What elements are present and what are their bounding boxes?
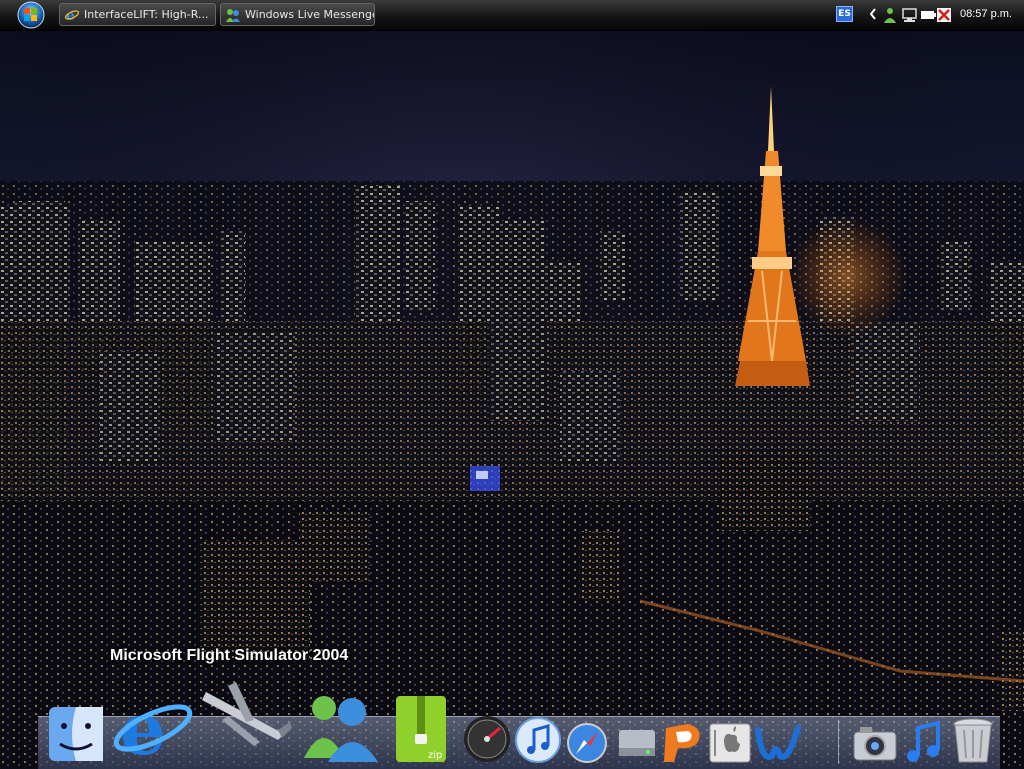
task-button-label: Windows Live Messenger bbox=[245, 8, 375, 21]
antivirus-icon[interactable] bbox=[936, 7, 953, 23]
internet-explorer-icon[interactable]: e bbox=[110, 688, 196, 766]
language-indicator[interactable]: ES bbox=[836, 6, 853, 22]
battery-icon[interactable] bbox=[920, 7, 936, 23]
task-button-label: InterfaceLIFT: High-R... bbox=[84, 8, 209, 21]
chevron-left-icon[interactable] bbox=[868, 7, 878, 21]
task-button-messenger[interactable]: Windows Live Messenger bbox=[220, 3, 375, 26]
word-icon[interactable] bbox=[754, 722, 804, 764]
network-icon[interactable] bbox=[901, 7, 918, 23]
finder-icon[interactable] bbox=[46, 704, 106, 764]
dock-separator bbox=[838, 720, 839, 764]
powerpoint-icon[interactable] bbox=[660, 720, 706, 764]
dashboard-icon[interactable] bbox=[462, 714, 512, 764]
clock[interactable]: 08:57 p.m. bbox=[960, 8, 1012, 20]
itunes-icon[interactable] bbox=[514, 716, 562, 764]
svg-text:e: e bbox=[66, 8, 75, 23]
dock-hover-label: Microsoft Flight Simulator 2004 bbox=[110, 647, 349, 664]
system-preferences-icon[interactable] bbox=[708, 722, 752, 764]
messenger-status-icon[interactable] bbox=[882, 7, 898, 23]
iphoto-camera-icon[interactable] bbox=[852, 724, 898, 762]
zip-archive-icon[interactable]: zip bbox=[392, 694, 450, 764]
trash-icon[interactable] bbox=[950, 716, 996, 764]
messenger-icon[interactable] bbox=[300, 688, 382, 764]
music-note-icon[interactable] bbox=[904, 720, 944, 764]
taskbar: e InterfaceLIFT: High-R... Windows Live … bbox=[0, 0, 1024, 31]
flight-simulator-icon[interactable] bbox=[198, 672, 294, 758]
safari-icon[interactable] bbox=[566, 722, 608, 764]
task-button-interfacelift[interactable]: e InterfaceLIFT: High-R... bbox=[59, 3, 216, 26]
svg-text:zip: zip bbox=[428, 750, 442, 761]
windows-logo-icon bbox=[17, 1, 45, 29]
internet-explorer-icon: e bbox=[64, 8, 80, 23]
start-button[interactable] bbox=[11, 0, 51, 30]
hard-drive-icon[interactable] bbox=[616, 722, 658, 764]
messenger-icon bbox=[226, 8, 240, 22]
